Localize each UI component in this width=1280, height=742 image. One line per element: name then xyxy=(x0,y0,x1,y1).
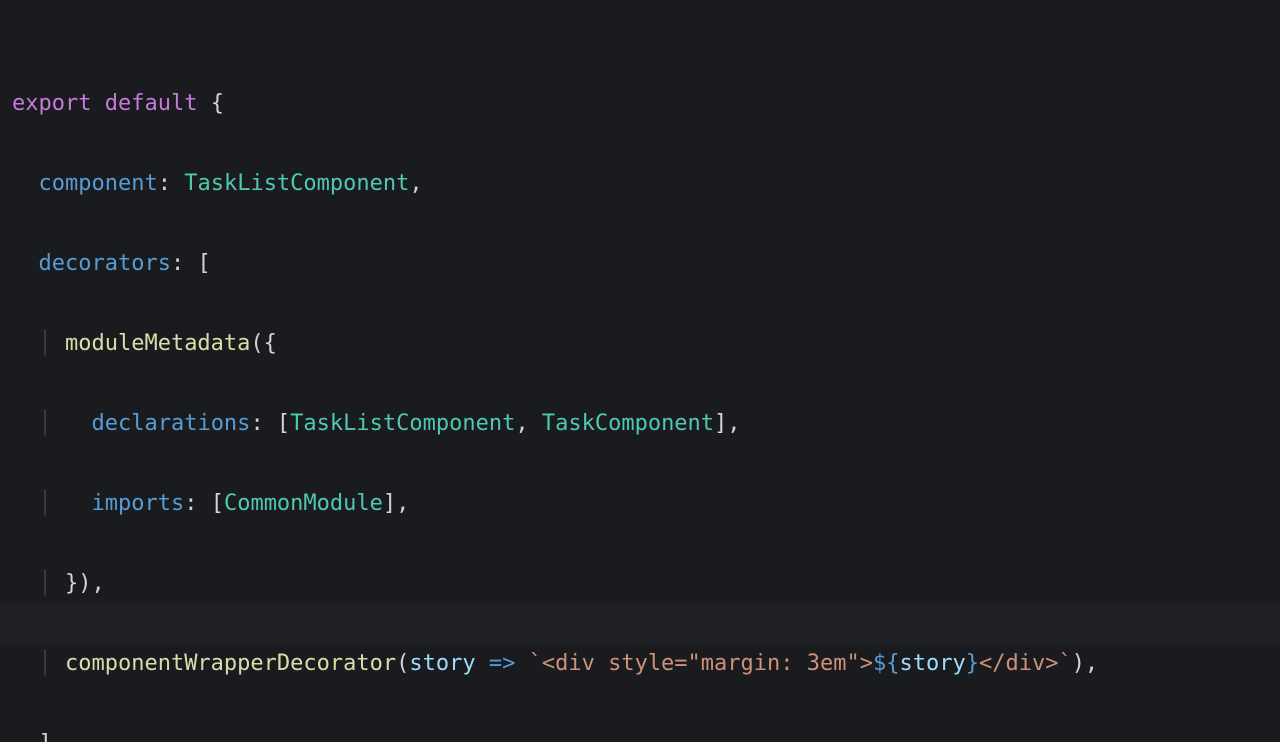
type-tasklistcomponent: TaskListComponent xyxy=(290,411,515,436)
code-line: ], xyxy=(12,724,1280,742)
code-line: export default { xyxy=(12,84,1280,124)
code-line: component: TaskListComponent, xyxy=(12,164,1280,204)
current-line-highlight xyxy=(0,604,1280,644)
interp-open: ${ xyxy=(873,651,900,676)
code-line: │ declarations: [TaskListComponent, Task… xyxy=(12,404,1280,444)
keyword-export: export xyxy=(12,91,91,116)
code-line: │ moduleMetadata({ xyxy=(12,324,1280,364)
template-string-close: </div>` xyxy=(979,651,1072,676)
fn-modulemetadata: moduleMetadata xyxy=(65,331,250,356)
interp-var: story xyxy=(899,651,965,676)
keyword-default: default xyxy=(105,91,198,116)
code-line: │ componentWrapperDecorator(story => `<d… xyxy=(12,644,1280,684)
type-tasklistcomponent: TaskListComponent xyxy=(184,171,409,196)
type-commonmodule: CommonModule xyxy=(224,491,383,516)
property-decorators: decorators xyxy=(39,251,171,276)
property-component: component xyxy=(39,171,158,196)
fn-componentwrapperdecorator: componentWrapperDecorator xyxy=(65,651,396,676)
code-line: │ imports: [CommonModule], xyxy=(12,484,1280,524)
code-line: │ }), xyxy=(12,564,1280,604)
param-story: story xyxy=(409,651,475,676)
interp-close: } xyxy=(966,651,979,676)
property-imports: imports xyxy=(91,491,184,516)
arrow: => xyxy=(489,651,516,676)
code-editor[interactable]: export default { component: TaskListComp… xyxy=(0,0,1280,742)
property-declarations: declarations xyxy=(91,411,250,436)
template-string: `<div style="margin: 3em"> xyxy=(529,651,873,676)
type-taskcomponent: TaskComponent xyxy=(542,411,714,436)
code-line: decorators: [ xyxy=(12,244,1280,284)
